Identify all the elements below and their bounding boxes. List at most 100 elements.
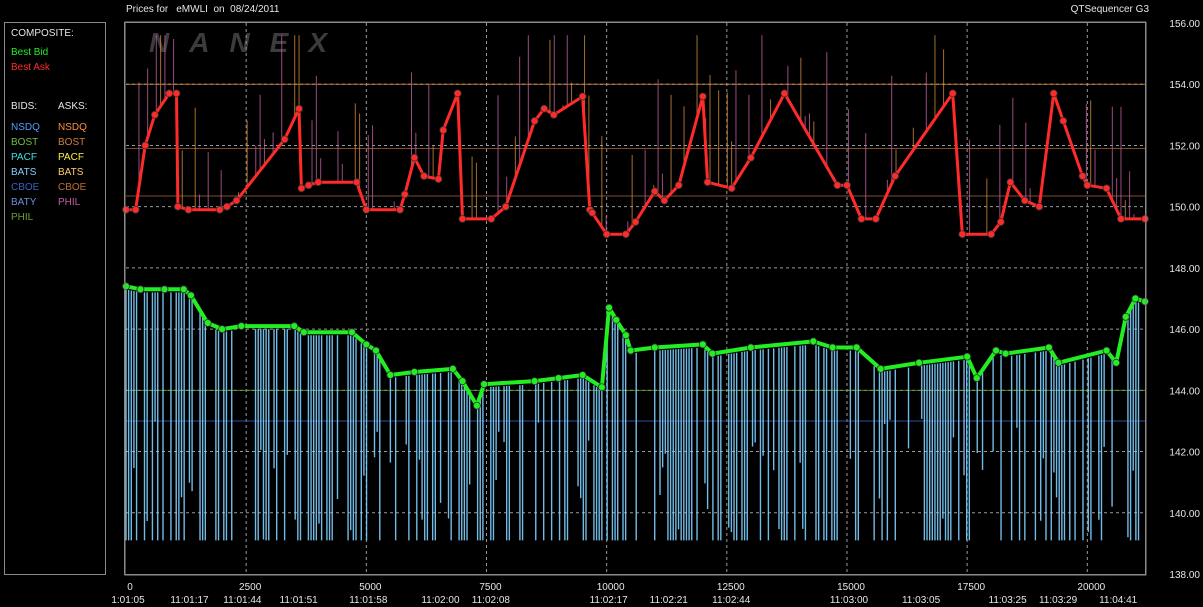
best-bid-point (963, 352, 972, 361)
best-ask-point (1078, 172, 1087, 180)
x-tick-label: 2500 (239, 582, 262, 593)
time-label: 11:01:58 (349, 595, 388, 606)
y-tick-label: 144.00 (1169, 386, 1200, 397)
y-tick-label: 140.00 (1169, 509, 1200, 520)
y-tick-label: 138.00 (1169, 570, 1200, 581)
x-tick-label: 10000 (597, 582, 625, 593)
time-label: 11:02:17 (590, 595, 629, 606)
best-ask-point (150, 110, 159, 119)
best-ask-point (987, 230, 996, 239)
y-tick-label: 148.00 (1169, 264, 1200, 275)
x-tick-label: 20000 (1077, 582, 1105, 593)
best-ask-point (891, 172, 899, 180)
best-ask-point (396, 205, 404, 214)
x-tick-label: 7500 (479, 582, 502, 593)
best-ask-point (621, 230, 630, 239)
best-ask-point (871, 215, 880, 223)
best-bid-point (597, 383, 606, 392)
time-label: 11:03:25 (989, 595, 1028, 606)
best-bid-point (1054, 358, 1063, 367)
best-ask-point (540, 104, 549, 113)
best-ask-point (439, 126, 448, 135)
best-ask-point (172, 89, 181, 98)
best-bid-point (348, 328, 356, 337)
best-bid-point (626, 346, 635, 355)
best-ask-point (223, 202, 231, 211)
time-label: 11:01:51 (280, 595, 319, 606)
best-bid-point (809, 337, 818, 346)
best-ask-point (410, 153, 419, 162)
best-ask-point (698, 92, 707, 101)
best-ask-point (400, 190, 409, 199)
time-label: 11:04:41 (1099, 595, 1138, 606)
x-tick-label: 12500 (717, 582, 745, 593)
time-label: 11:01:17 (170, 595, 209, 606)
best-ask-point (996, 218, 1005, 226)
best-ask-point (501, 202, 510, 211)
best-ask-point (458, 215, 467, 223)
best-bid-point (410, 368, 419, 376)
best-ask-point (1141, 215, 1149, 223)
best-ask-point (843, 181, 851, 190)
best-bid-point (186, 291, 195, 300)
x-tick-label: 17500 (957, 582, 985, 593)
best-ask-point (295, 104, 303, 113)
y-tick-label: 146.00 (1169, 325, 1200, 336)
best-ask-point (1083, 181, 1092, 190)
x-tick-label: 0 (127, 582, 133, 593)
y-tick-label: 152.00 (1169, 141, 1200, 152)
best-bid-point (480, 380, 488, 389)
best-bid-point (1001, 349, 1010, 358)
best-bid-point (578, 371, 587, 379)
best-bid-point (160, 285, 169, 294)
series-line-best-bid (125, 284, 1146, 408)
y-tick-label: 142.00 (1169, 448, 1200, 459)
best-ask-point (215, 205, 224, 214)
best-bid-point (876, 365, 885, 373)
best-bid-point (362, 340, 371, 349)
best-bid-point (1131, 294, 1140, 303)
best-ask-point (727, 184, 736, 193)
best-bid-point (458, 377, 467, 386)
best-bid-point (746, 343, 755, 352)
best-ask-point (304, 181, 313, 190)
best-bid-point (530, 377, 539, 386)
best-ask-point (420, 172, 428, 180)
best-bid-point (554, 374, 563, 382)
time-label: 11:03:29 (1039, 595, 1078, 606)
best-ask-point (530, 117, 539, 125)
best-ask-point (588, 208, 597, 217)
best-bid-point (218, 325, 227, 334)
best-ask-point (833, 181, 842, 190)
best-bid-point (203, 319, 212, 327)
best-bid-point (1112, 358, 1121, 367)
best-bid-point (605, 303, 613, 312)
best-bid-point (386, 371, 395, 379)
time-label: 11:02:44 (712, 595, 751, 606)
best-ask-point (362, 205, 371, 214)
best-bid-point (708, 349, 717, 358)
best-ask-point (857, 215, 866, 223)
best-bid-point (136, 285, 145, 294)
best-ask-point (1049, 89, 1058, 98)
y-tick-label: 150.00 (1169, 203, 1200, 214)
best-ask-point (660, 196, 669, 205)
best-ask-point (297, 184, 306, 193)
best-ask-point (958, 230, 967, 239)
best-bid-point (448, 365, 457, 373)
best-ask-point (352, 178, 361, 187)
best-ask-point (174, 202, 182, 211)
plot-border (124, 21, 1147, 576)
best-bid-point (915, 358, 923, 367)
best-bid-point (992, 346, 1000, 355)
x-tick-label: 5000 (359, 582, 382, 593)
time-label: 11:01:44 (223, 595, 262, 606)
time-label: 11:02:00 (421, 595, 460, 606)
best-ask-point (314, 178, 323, 187)
best-ask-point (602, 230, 611, 239)
best-ask-point (1102, 184, 1111, 193)
best-bid-point (1102, 346, 1111, 355)
best-ask-point (631, 218, 640, 226)
best-ask-point (131, 205, 140, 214)
best-ask-point (948, 89, 957, 98)
